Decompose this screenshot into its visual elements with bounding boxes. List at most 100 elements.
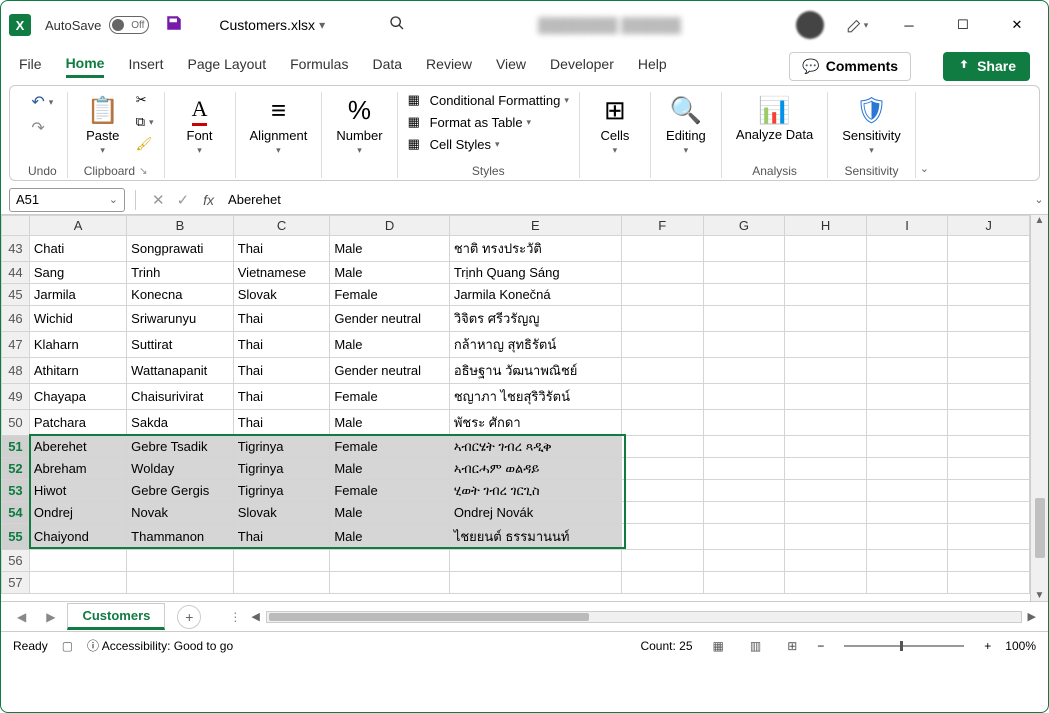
cell[interactable]: Male: [330, 458, 449, 480]
cell[interactable]: Songprawati: [127, 236, 234, 262]
cell[interactable]: [948, 262, 1030, 284]
cell[interactable]: [785, 502, 867, 524]
cell[interactable]: [866, 572, 948, 594]
cell[interactable]: [785, 262, 867, 284]
spreadsheet-grid[interactable]: ABCDEFGHIJ43ChatiSongprawatiThaiMaleชาติ…: [1, 215, 1030, 594]
cell[interactable]: ሂወት ገብረ ገርጊስ: [449, 480, 621, 502]
row-header[interactable]: 52: [2, 458, 30, 480]
cell-styles-button[interactable]: ▦Cell Styles ▾: [408, 136, 500, 152]
cell[interactable]: [785, 384, 867, 410]
cell[interactable]: Trinh: [127, 262, 234, 284]
cell[interactable]: Thai: [233, 358, 330, 384]
sheet-nav-next[interactable]: ▶: [38, 610, 63, 624]
cell[interactable]: Tigrinya: [233, 458, 330, 480]
row-header[interactable]: 48: [2, 358, 30, 384]
row-header[interactable]: 55: [2, 524, 30, 550]
cell[interactable]: Slovak: [233, 284, 330, 306]
cell[interactable]: [948, 502, 1030, 524]
cell[interactable]: Novak: [127, 502, 234, 524]
cell[interactable]: Jarmila Konečná: [449, 284, 621, 306]
cut-button[interactable]: ✂: [136, 92, 154, 108]
fx-icon[interactable]: fx: [195, 192, 222, 208]
cell[interactable]: [621, 284, 703, 306]
cell[interactable]: [29, 572, 126, 594]
cell[interactable]: [449, 550, 621, 572]
share-button[interactable]: Share: [943, 52, 1030, 81]
cell[interactable]: [703, 358, 785, 384]
row-header[interactable]: 45: [2, 284, 30, 306]
cell[interactable]: Thai: [233, 306, 330, 332]
cell[interactable]: [948, 306, 1030, 332]
cell[interactable]: [621, 262, 703, 284]
cell[interactable]: [621, 436, 703, 458]
cell[interactable]: [866, 284, 948, 306]
cell[interactable]: [621, 384, 703, 410]
cell[interactable]: [449, 572, 621, 594]
column-header[interactable]: A: [29, 216, 126, 236]
cell[interactable]: [866, 436, 948, 458]
cell[interactable]: [621, 550, 703, 572]
cell[interactable]: [948, 436, 1030, 458]
cell[interactable]: Trịnh Quang Sáng: [449, 262, 621, 284]
cell[interactable]: [703, 524, 785, 550]
zoom-in-button[interactable]: +: [984, 639, 991, 653]
cell[interactable]: Ondrej: [29, 502, 126, 524]
tab-home[interactable]: Home: [66, 55, 105, 78]
cell[interactable]: [785, 436, 867, 458]
cell[interactable]: อธิษฐาน วัฒนาพณิชย์: [449, 358, 621, 384]
cell[interactable]: Thai: [233, 236, 330, 262]
cell[interactable]: [866, 384, 948, 410]
hscroll-thumb[interactable]: [269, 613, 589, 621]
cell[interactable]: [621, 332, 703, 358]
cell[interactable]: กล้าหาญ สุทธิรัตน์: [449, 332, 621, 358]
cell[interactable]: [948, 550, 1030, 572]
cell[interactable]: Tigrinya: [233, 480, 330, 502]
cell[interactable]: Klaharn: [29, 332, 126, 358]
cell[interactable]: [703, 236, 785, 262]
cell[interactable]: [703, 410, 785, 436]
horizontal-scrollbar[interactable]: ⋮ ◀ ▶: [229, 610, 1048, 624]
cell[interactable]: [785, 572, 867, 594]
cell[interactable]: [866, 236, 948, 262]
cell[interactable]: Tigrinya: [233, 436, 330, 458]
cell[interactable]: [621, 502, 703, 524]
zoom-out-button[interactable]: −: [817, 639, 824, 653]
cell[interactable]: [703, 480, 785, 502]
cell[interactable]: [948, 572, 1030, 594]
cell[interactable]: [621, 358, 703, 384]
cell[interactable]: Sriwarunyu: [127, 306, 234, 332]
cell[interactable]: [127, 550, 234, 572]
cell[interactable]: Thai: [233, 384, 330, 410]
copy-button[interactable]: ⧉▾: [136, 114, 154, 130]
cell[interactable]: [948, 480, 1030, 502]
cell[interactable]: [948, 332, 1030, 358]
add-sheet-button[interactable]: +: [177, 605, 201, 629]
cell[interactable]: [621, 572, 703, 594]
row-header[interactable]: 54: [2, 502, 30, 524]
cell[interactable]: [621, 236, 703, 262]
cell[interactable]: [948, 410, 1030, 436]
column-header[interactable]: I: [866, 216, 948, 236]
cells-button[interactable]: ⊞ Cells ▾: [590, 92, 640, 158]
cell[interactable]: [948, 284, 1030, 306]
cell[interactable]: Thai: [233, 410, 330, 436]
cell[interactable]: [866, 262, 948, 284]
cell[interactable]: Slovak: [233, 502, 330, 524]
row-header[interactable]: 53: [2, 480, 30, 502]
column-header[interactable]: B: [127, 216, 234, 236]
cell[interactable]: [29, 550, 126, 572]
select-all-corner[interactable]: [2, 216, 30, 236]
macro-record-icon[interactable]: ▢: [62, 639, 73, 653]
cell[interactable]: [948, 384, 1030, 410]
cell[interactable]: [703, 262, 785, 284]
cell[interactable]: [621, 306, 703, 332]
cell[interactable]: [785, 306, 867, 332]
cell[interactable]: Abreham: [29, 458, 126, 480]
cell[interactable]: Ondrej Novák: [449, 502, 621, 524]
vertical-scrollbar[interactable]: ▲ ▼: [1030, 215, 1048, 601]
accept-formula-button[interactable]: ✓: [171, 191, 196, 209]
cell[interactable]: [703, 384, 785, 410]
cell[interactable]: [866, 502, 948, 524]
column-header[interactable]: J: [948, 216, 1030, 236]
sheet-nav-prev[interactable]: ◀: [9, 610, 34, 624]
